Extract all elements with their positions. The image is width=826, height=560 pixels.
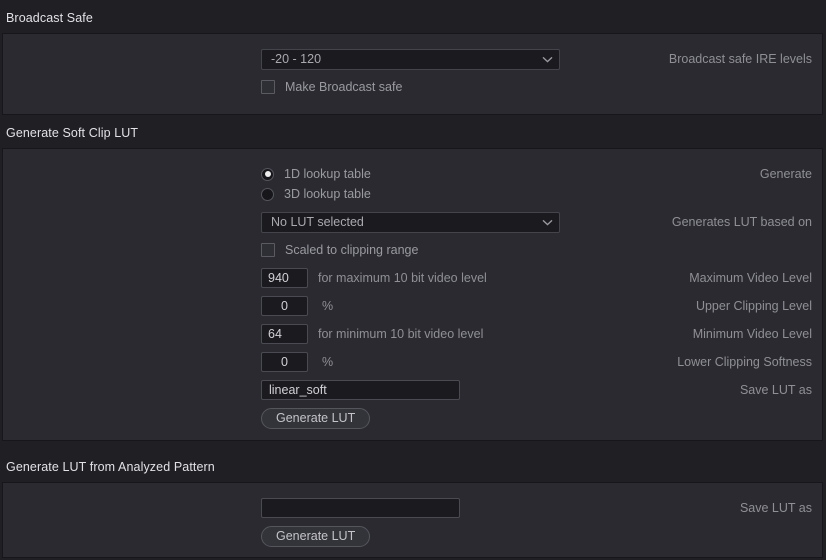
scaled-to-clipping-range-checkbox[interactable]: Scaled to clipping range [261,243,418,257]
radio-button-unselected [261,187,274,201]
maximum-video-level-suffix: for maximum 10 bit video level [318,271,487,285]
make-broadcast-safe-label: Make Broadcast safe [285,80,403,94]
soft-clip-generate-lut-button[interactable]: Generate LUT [261,407,371,429]
radio-1d-lookup-table[interactable]: 1D lookup table [261,167,371,181]
lower-clipping-softness-suffix: % [322,355,334,369]
generate-label: Generate [759,167,812,181]
upper-clipping-level-suffix: % [322,299,334,313]
scaled-to-clipping-range-row: Scaled to clipping range [3,239,822,261]
analyzed-save-lut-input[interactable] [261,498,460,518]
soft-clip-generate-row: Generate LUT [3,407,822,429]
chevron-down-icon [542,219,553,226]
radio-3d-label: 3D lookup table [284,187,371,201]
analyzed-pattern-section-title: Generate LUT from Analyzed Pattern [6,460,215,474]
analyzed-pattern-panel: Save LUT as Generate LUT [2,482,823,558]
analyzed-save-lut-label: Save LUT as [739,501,812,515]
maximum-video-level-input[interactable] [261,268,308,288]
generate-radio-row-3d: 3D lookup table [3,183,822,205]
lower-clipping-softness-input[interactable] [261,352,308,372]
generate-radio-row-1d: Generate 1D lookup table [3,163,822,185]
soft-clip-save-lut-row: Save LUT as [3,379,822,401]
radio-1d-label: 1D lookup table [284,167,371,181]
analyzed-generate-lut-button[interactable]: Generate LUT [261,525,371,547]
minimum-video-level-suffix: for minimum 10 bit video level [318,327,484,341]
ire-levels-label: Broadcast safe IRE levels [668,52,812,66]
scaled-to-clipping-range-label: Scaled to clipping range [285,243,419,257]
broadcast-safe-section-title: Broadcast Safe [6,11,93,25]
checkbox-box [261,80,275,94]
maximum-video-level-label: Maximum Video Level [689,271,812,285]
soft-clip-lut-section-title: Generate Soft Clip LUT [6,126,139,140]
ire-levels-dropdown[interactable]: -20 - 120 [261,48,560,70]
ire-levels-value: -20 - 120 [271,51,322,66]
radio-button-selected [261,167,274,181]
lower-clipping-softness-label: Lower Clipping Softness [677,355,812,369]
analyzed-generate-row: Generate LUT [3,525,822,547]
soft-clip-lut-panel: Generate 1D lookup table 3D lookup table… [2,148,823,441]
make-broadcast-safe-checkbox[interactable]: Make Broadcast safe [261,80,402,94]
lut-based-on-dropdown[interactable]: No LUT selected [261,211,560,233]
minimum-video-level-row: Minimum Video Level for minimum 10 bit v… [3,323,822,345]
ire-levels-row: Broadcast safe IRE levels -20 - 120 [3,48,822,70]
broadcast-safe-panel: Broadcast safe IRE levels -20 - 120 Make… [2,33,823,115]
checkbox-box [261,243,275,257]
minimum-video-level-input[interactable] [261,324,308,344]
analyzed-save-lut-row: Save LUT as [3,497,822,519]
minimum-video-level-label: Minimum Video Level [692,327,812,341]
maximum-video-level-row: Maximum Video Level for maximum 10 bit v… [3,267,822,289]
upper-clipping-level-input[interactable] [261,296,308,316]
soft-clip-save-lut-label: Save LUT as [739,383,812,397]
lut-based-on-value: No LUT selected [271,214,364,229]
chevron-down-icon [542,56,553,63]
upper-clipping-level-label: Upper Clipping Level [695,299,812,313]
lut-settings-page: Broadcast Safe Broadcast safe IRE levels… [0,0,826,560]
radio-3d-lookup-table[interactable]: 3D lookup table [261,187,371,201]
lower-clipping-softness-row: Lower Clipping Softness % [3,351,822,373]
make-broadcast-safe-row: Make Broadcast safe [3,76,822,98]
lut-based-on-row: Generates LUT based on No LUT selected [3,211,822,233]
lut-based-on-label: Generates LUT based on [671,215,812,229]
soft-clip-save-lut-input[interactable] [261,380,460,400]
upper-clipping-level-row: Upper Clipping Level % [3,295,822,317]
